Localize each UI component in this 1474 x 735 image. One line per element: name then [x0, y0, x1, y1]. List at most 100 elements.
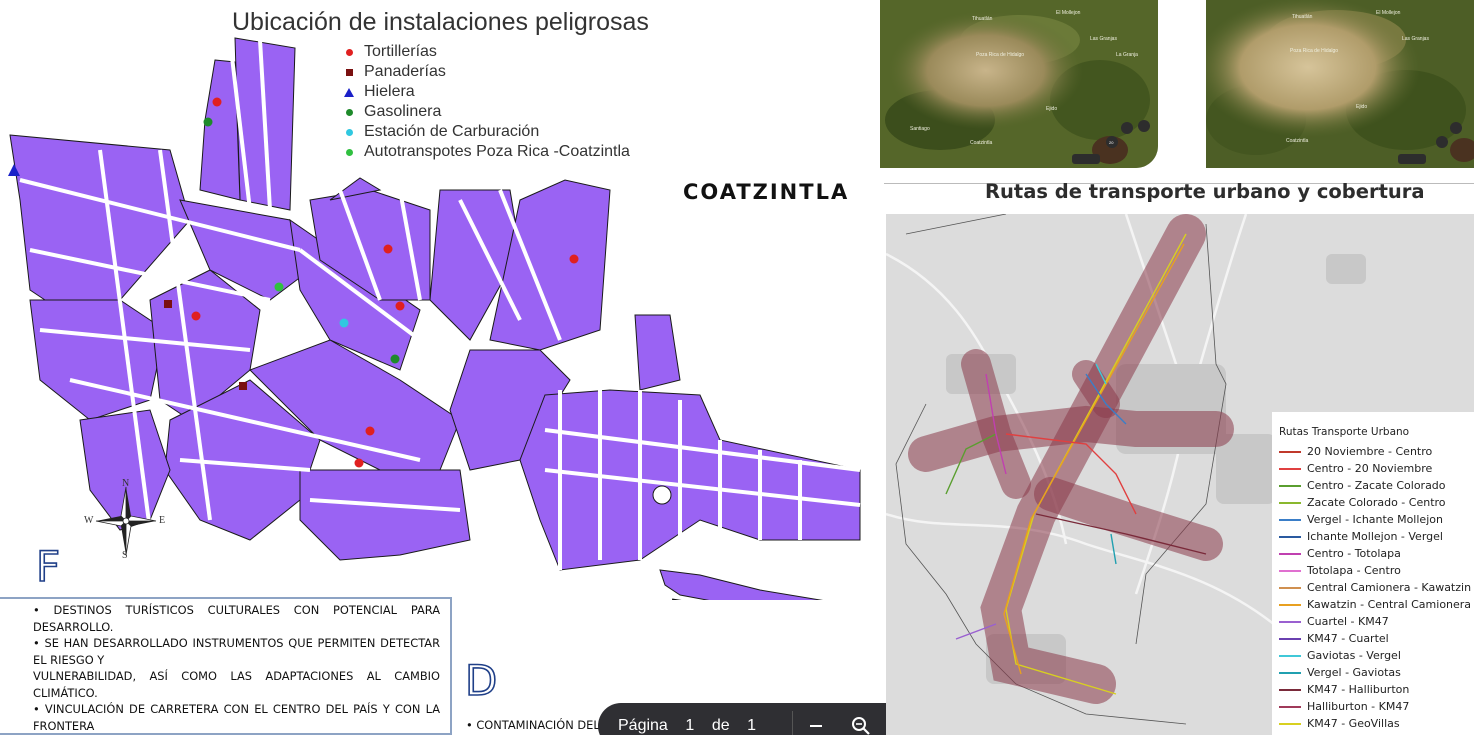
zoom-out-icon — [809, 725, 822, 727]
page-indicator: Página 1 de 1 — [598, 717, 792, 735]
route-legend-label: Halliburton - KM47 — [1307, 700, 1410, 713]
city-block — [29, 299, 166, 421]
route-legend-label: Cuartel - KM47 — [1307, 615, 1389, 628]
route-line-swatch — [1279, 654, 1301, 657]
route-line-swatch — [1279, 620, 1301, 623]
route-legend-item: Halliburton - KM47 — [1279, 698, 1474, 715]
facility-marker — [164, 300, 172, 308]
route-legend-label: KM47 - Cuartel — [1307, 632, 1389, 645]
info-text-box: • DESTINOS TURÍSTICOS CULTURALES CON POT… — [0, 597, 452, 735]
route-legend-item: Central Camionera - Kawatzin — [1279, 579, 1474, 596]
city-label: COATZINTLA — [683, 180, 850, 204]
route-legend-label: Centro - Zacate Colorado — [1307, 479, 1446, 492]
legend-item: Autotranspotes Poza Rica -Coatzintla — [340, 142, 630, 162]
route-legend-title: Rutas Transporte Urbano — [1279, 426, 1410, 438]
roundabout — [652, 485, 672, 505]
facility-marker — [365, 426, 375, 436]
facility-marker — [239, 382, 247, 390]
place-label: Las Granjas — [1402, 36, 1429, 42]
route-line-swatch — [1279, 688, 1301, 691]
current-page-input[interactable]: 1 — [668, 717, 712, 735]
legend-item: Tortillerías — [340, 42, 630, 62]
route-legend-item: Kawatzin - Central Camionera — [1279, 596, 1474, 613]
route-legend-item: Cuartel - KM47 — [1279, 613, 1474, 630]
section-letter-d: D — [464, 656, 498, 705]
route-line-swatch — [1279, 671, 1301, 674]
route-line-swatch — [1279, 501, 1301, 504]
compass-east-label: E — [159, 515, 166, 526]
route-legend-label: Kawatzin - Central Camionera — [1307, 598, 1472, 611]
route-legend-item: Gaviotas - Vergel — [1279, 647, 1474, 664]
compass-north-label: N — [122, 478, 130, 489]
info-item: • DESTINOS TURÍSTICOS CULTURALES CON POT… — [33, 603, 440, 634]
facility-marker — [354, 458, 364, 468]
satellite-map-left: Poza Rica de Hidalgo El Mollejon Las Gra… — [880, 0, 1158, 168]
compass-south-label: S — [122, 550, 128, 561]
legend-item: Hielera — [340, 82, 630, 102]
info-item: VULNERABILIDAD, ASÍ COMO LAS ADAPTACIONE… — [33, 669, 440, 700]
triangle-marker-icon — [340, 87, 358, 97]
legend-label: Panaderías — [364, 63, 446, 80]
info-item: • SE HAN DESARROLLADO INSTRUMENTOS QUE P… — [33, 636, 440, 667]
zoom-out-button[interactable] — [793, 718, 838, 734]
route-legend-label: Central Camionera - Kawatzin — [1307, 581, 1472, 594]
route-legend-label: Vergel - Ichante Mollejon — [1307, 513, 1443, 526]
route-line-swatch — [1279, 467, 1301, 470]
section-letter-f: F — [35, 542, 61, 591]
route-legend-label: Ichante Mollejon - Vergel — [1307, 530, 1443, 543]
route-line-swatch — [1279, 535, 1301, 538]
city-block — [519, 389, 861, 571]
facility-marker — [212, 97, 222, 107]
route-legend-item: Centro - Totolapa — [1279, 545, 1474, 562]
facility-legend: Tortillerías Panaderías Hielera Gasolinera E… — [340, 42, 630, 162]
facility-marker — [191, 311, 201, 321]
place-label: Coatzintla — [1286, 138, 1308, 144]
route-legend-item: Totolapa - Centro — [1279, 562, 1474, 579]
place-label: El Mollejon — [1056, 10, 1081, 16]
place-label: Tihuatlán — [1292, 14, 1313, 20]
facility-marker — [390, 354, 400, 364]
legend-label: Estación de Carburación — [364, 123, 540, 140]
route-legend-item: Vergel - Ichante Mollejon — [1279, 511, 1474, 528]
route-legend-label: Zacate Colorado - Centro — [1307, 496, 1446, 509]
place-label: Tihuatlán — [972, 16, 993, 22]
city-block — [299, 469, 471, 561]
legend-item: Panaderías — [340, 62, 630, 82]
facility-marker — [395, 301, 405, 311]
city-block — [659, 569, 824, 600]
route-legend-item: KM47 - GeoVillas — [1279, 715, 1474, 732]
facility-marker — [339, 318, 349, 328]
legend-item: Estación de Carburación — [340, 122, 630, 142]
zoom-reset-button[interactable] — [838, 716, 883, 735]
route-legend-label: Centro - 20 Noviembre — [1307, 462, 1433, 475]
route-line-swatch — [1279, 569, 1301, 572]
legend-label: Hielera — [364, 83, 415, 100]
square-marker-icon — [340, 68, 358, 76]
legend-item: Gasolinera — [340, 102, 630, 122]
route-legend-label: 20 Noviembre - Centro — [1307, 445, 1433, 458]
map-title: Ubicación de instalaciones peligrosas — [232, 8, 649, 36]
route-legend-item: 20 Noviembre - Centro — [1279, 443, 1474, 460]
circle-marker-icon — [340, 48, 358, 56]
route-line-swatch — [1279, 518, 1301, 521]
route-line-swatch — [1279, 637, 1301, 640]
route-legend-label: Centro - Totolapa — [1307, 547, 1401, 560]
legend-label: Autotranspotes Poza Rica -Coatzintla — [364, 143, 630, 160]
route-legend-label: Totolapa - Centro — [1307, 564, 1401, 577]
compass-rose: N S E W — [82, 478, 170, 564]
route-legend-label: KM47 - GeoVillas — [1307, 717, 1400, 730]
facility-marker — [569, 254, 579, 264]
route-line-swatch — [1279, 484, 1301, 487]
circle-marker-icon — [340, 108, 358, 116]
legend-label: Tortillerías — [364, 43, 437, 60]
page-label: Página — [618, 717, 668, 734]
facility-marker — [383, 244, 393, 254]
route-legend-item: Centro - Zacate Colorado — [1279, 477, 1474, 494]
place-label: El Mollejon — [1376, 10, 1401, 16]
route-legend: Rutas Transporte Urbano 20 Noviembre - C… — [1272, 412, 1474, 735]
route-legend-item: KM47 - Cuartel — [1279, 630, 1474, 647]
route-line-swatch — [1279, 552, 1301, 555]
route-line-swatch — [1279, 450, 1301, 453]
place-label: Las Granjas — [1090, 36, 1117, 42]
place-label: Poza Rica de Hidalgo — [976, 52, 1024, 58]
